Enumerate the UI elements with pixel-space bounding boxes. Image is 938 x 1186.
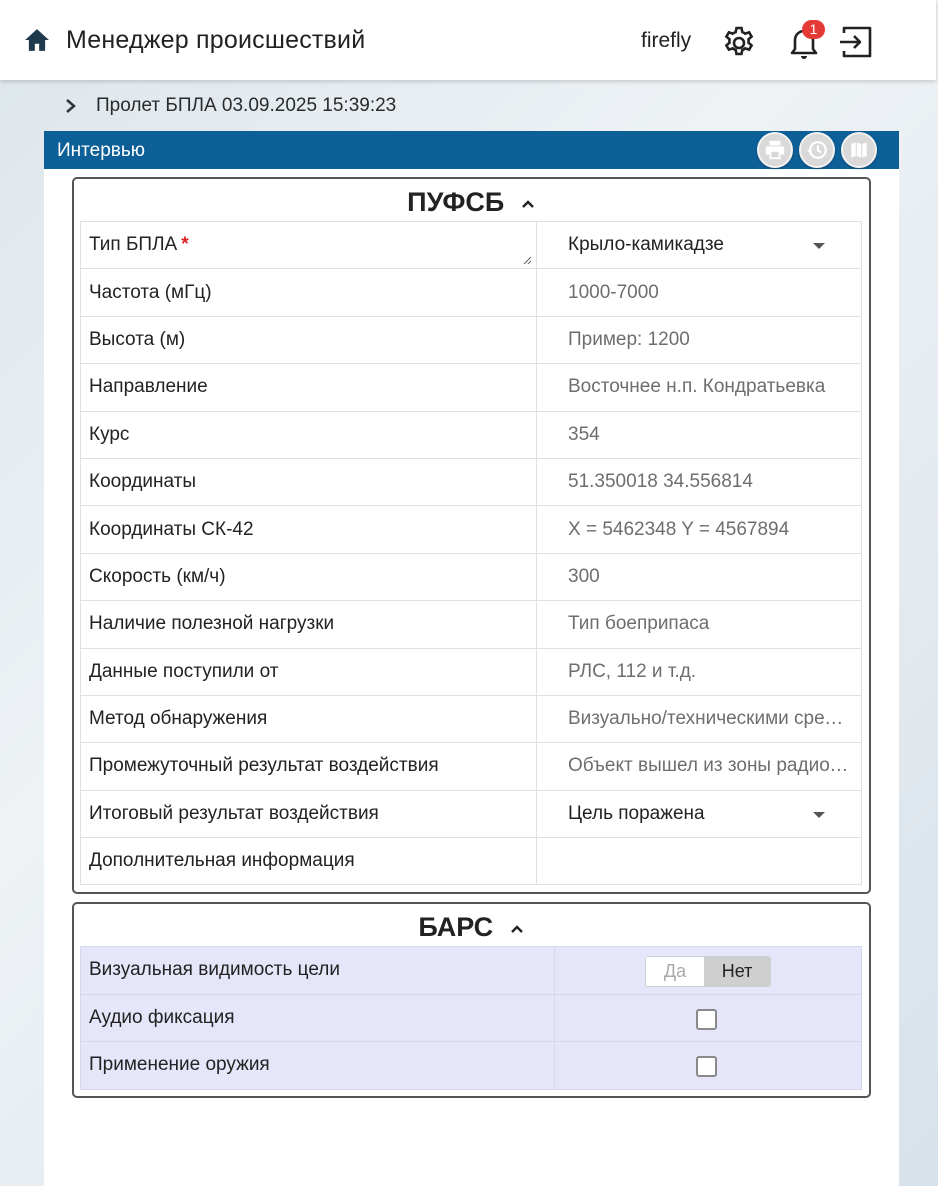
breadcrumb-label: Пролет БПЛА 03.09.2025 15:39:23 [96, 95, 397, 116]
pufsb-section: ПУФСБ Тип БПЛА * Крыло-камикадзе Частота … [72, 177, 871, 894]
field-label: Промежуточный результат воздействия [80, 742, 537, 791]
top-app-bar: Менеджер происшествий firefly 1 [0, 0, 936, 80]
chevron-up-icon [510, 925, 523, 933]
panel-title: Интервью [57, 140, 146, 161]
field-label: Визуальная видимость цели [80, 946, 555, 995]
intermediate-result-input[interactable]: Объект вышел из зоны радиолокационного к… [536, 742, 862, 791]
toggle-yes[interactable]: Да [646, 957, 705, 986]
field-label: Дополнительная информация [80, 837, 537, 886]
map-icon [850, 140, 868, 160]
final-result-select[interactable]: Цель поражена [536, 789, 862, 839]
interview-panel: Интервью ПУФСБ Тип БПЛА * Крыло-камикадз… [44, 131, 899, 1186]
table-row: Наличие полезной нагрузки Тип боеприпаса [80, 600, 862, 649]
dropdown-arrow-icon [813, 811, 825, 818]
field-label: Итоговый результат воздействия [80, 789, 537, 839]
uav-type-select[interactable]: Крыло-камикадзе [536, 220, 862, 270]
chevron-up-icon [521, 200, 534, 208]
dropdown-arrow-icon [813, 243, 825, 249]
field-label: Координаты [80, 457, 537, 507]
table-row: Аудио фиксация [80, 993, 862, 1042]
app-title: Менеджер происшествий [66, 26, 366, 54]
required-marker: * [181, 234, 189, 256]
table-row: Частота (мГц) 1000-7000 [80, 268, 862, 317]
table-row: Скорость (км/ч) 300 [80, 552, 862, 602]
payload-input[interactable]: Тип боеприпаса [536, 600, 862, 649]
table-row: Промежуточный результат воздействия Объе… [80, 742, 862, 791]
direction-input[interactable]: Восточнее н.п. Кондратьевка [536, 363, 862, 412]
additional-info-input[interactable] [536, 837, 862, 886]
weapon-checkbox[interactable] [696, 1056, 717, 1077]
table-row: Тип БПЛА * Крыло-камикадзе [80, 220, 862, 270]
table-row: Координаты 51.350018 34.556814 [80, 457, 862, 507]
table-row: Применение оружия [80, 1041, 862, 1090]
gear-icon[interactable] [721, 25, 757, 61]
visibility-toggle[interactable]: Да Нет [645, 956, 771, 987]
field-label: Координаты СК-42 [80, 505, 537, 554]
speed-input[interactable]: 300 [536, 552, 862, 602]
altitude-input[interactable]: Пример: 1200 [536, 315, 862, 365]
notifications-button[interactable]: 1 [784, 20, 825, 62]
coordinates-input[interactable]: 51.350018 34.556814 [536, 457, 862, 507]
print-icon [765, 140, 785, 160]
table-row: Координаты СК-42 X = 5462348 Y = 4567894 [80, 505, 862, 554]
bars-table: Визуальная видимость цели Да Нет Аудио ф… [80, 946, 862, 1090]
audio-checkbox[interactable] [696, 1008, 717, 1030]
table-row: Курс 354 [80, 410, 862, 459]
breadcrumb[interactable]: Пролет БПЛА 03.09.2025 15:39:23 [64, 95, 396, 117]
toggle-no[interactable]: Нет [704, 957, 770, 986]
notification-badge: 1 [802, 20, 825, 39]
bars-section-toggle[interactable]: БАРС [74, 904, 869, 946]
resize-grip-icon[interactable] [522, 255, 532, 265]
map-button[interactable] [841, 132, 877, 168]
field-label: Метод обнаружения [80, 694, 537, 744]
panel-header: Интервью [44, 131, 899, 169]
detection-method-input[interactable]: Визуально/техническими средствами [536, 694, 862, 744]
field-label: Тип БПЛА * [80, 220, 537, 270]
table-row: Направление Восточнее н.п. Кондратьевка [80, 363, 862, 412]
field-label: Применение оружия [80, 1041, 555, 1090]
history-icon [806, 141, 827, 159]
logout-icon[interactable] [838, 24, 874, 60]
pufsb-table: Тип БПЛА * Крыло-камикадзе Частота (мГц) … [80, 220, 862, 886]
field-label: Направление [80, 363, 537, 412]
table-row: Визуальная видимость цели Да Нет [80, 946, 862, 995]
username[interactable]: firefly [641, 29, 691, 53]
table-row: Метод обнаружения Визуально/техническими… [80, 694, 862, 744]
table-row: Данные поступили от РЛС, 112 и т.д. [80, 647, 862, 696]
home-icon[interactable] [24, 28, 50, 52]
field-label: Частота (мГц) [80, 268, 537, 317]
pufsb-title: ПУФСБ [407, 187, 505, 217]
chevron-right-icon [66, 99, 76, 113]
frequency-input[interactable]: 1000-7000 [536, 268, 862, 317]
table-row: Итоговый результат воздействия Цель пора… [80, 789, 862, 839]
field-label: Высота (м) [80, 315, 537, 365]
field-label: Данные поступили от [80, 647, 537, 696]
print-button[interactable] [757, 132, 793, 168]
table-row: Дополнительная информация [80, 837, 862, 886]
bars-title: БАРС [418, 912, 494, 942]
pufsb-section-toggle[interactable]: ПУФСБ [74, 179, 869, 221]
history-button[interactable] [799, 132, 835, 168]
course-input[interactable]: 354 [536, 410, 862, 459]
sk42-coordinates-input[interactable]: X = 5462348 Y = 4567894 [536, 505, 862, 554]
table-row: Высота (м) Пример: 1200 [80, 315, 862, 365]
field-label: Наличие полезной нагрузки [80, 600, 537, 649]
bars-section: БАРС Визуальная видимость цели Да Нет Ау… [72, 902, 871, 1098]
data-source-input[interactable]: РЛС, 112 и т.д. [536, 647, 862, 696]
field-label: Курс [80, 410, 537, 459]
field-label: Аудио фиксация [80, 993, 555, 1042]
field-label: Скорость (км/ч) [80, 552, 537, 602]
